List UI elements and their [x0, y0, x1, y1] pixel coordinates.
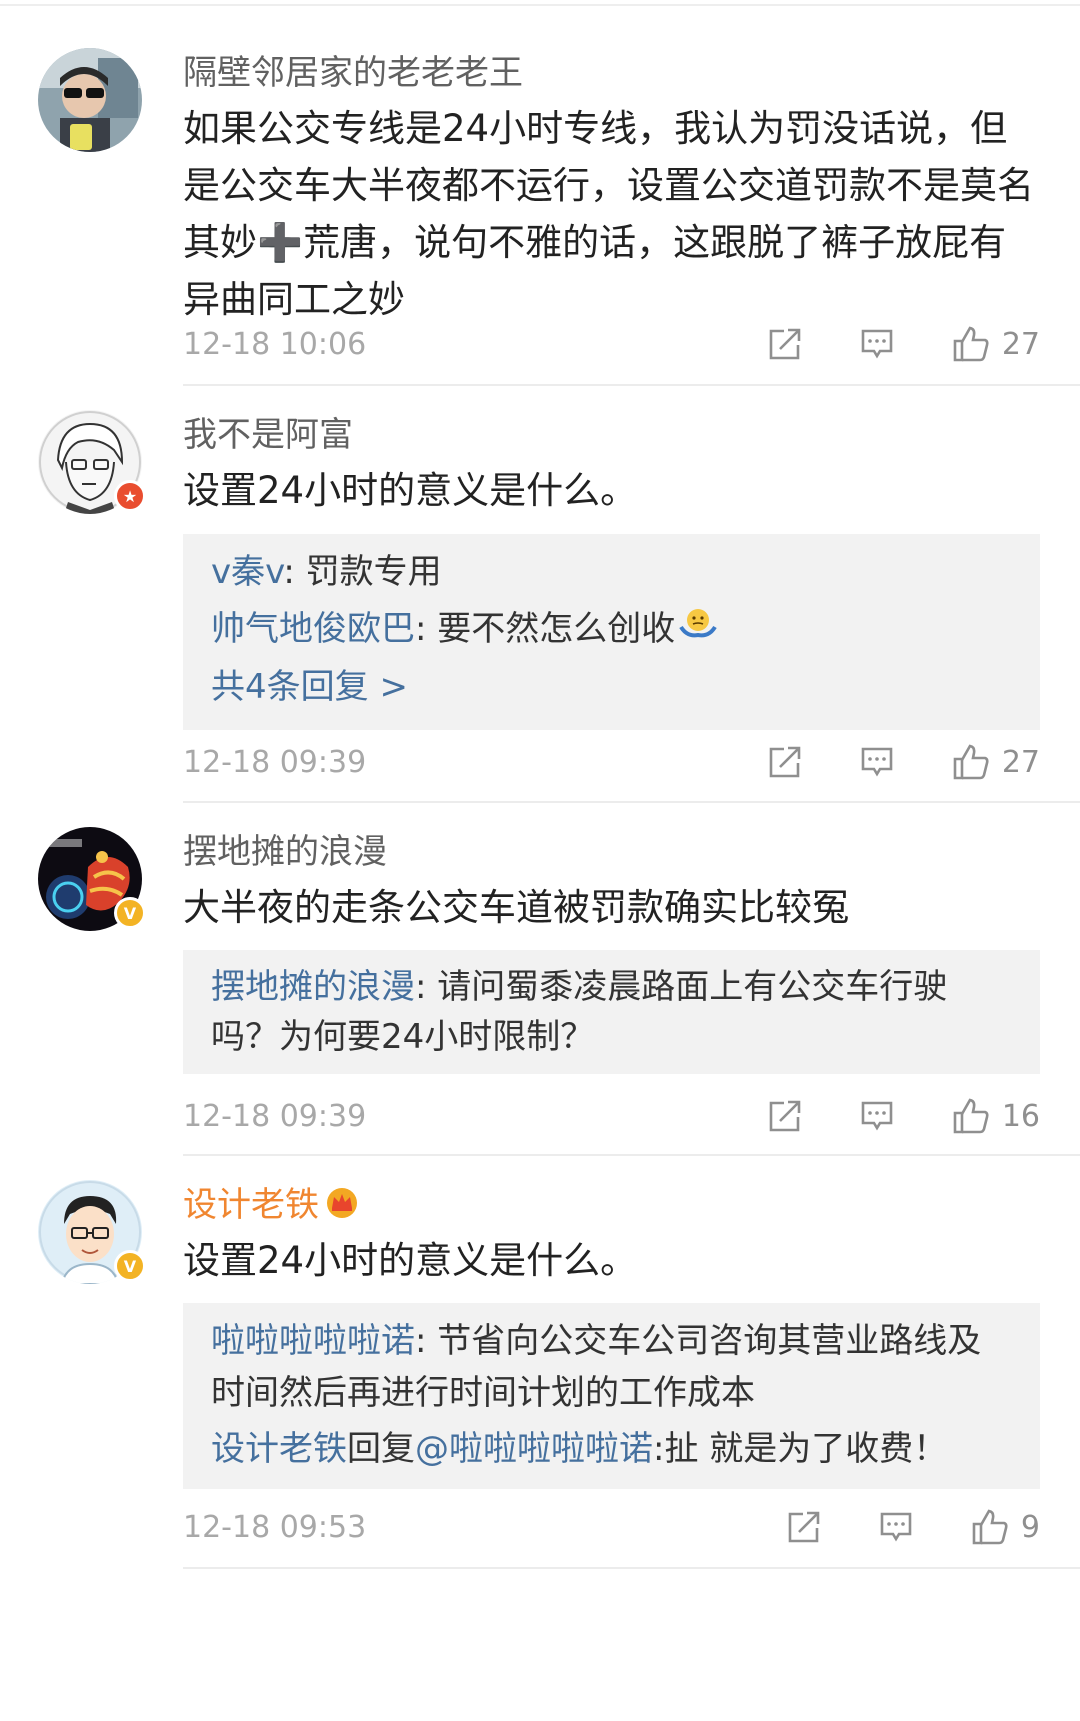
- avatar[interactable]: V: [38, 827, 146, 931]
- share-icon: [769, 1100, 801, 1132]
- like-button[interactable]: 27: [952, 743, 1040, 781]
- comment-text: 设置24小时的意义是什么。: [183, 469, 638, 512]
- divider: [183, 1154, 1080, 1156]
- username[interactable]: 设计老铁: [183, 1180, 1040, 1230]
- share-button[interactable]: [768, 1099, 802, 1133]
- username[interactable]: 隔壁邻居家的老老老王: [183, 48, 1040, 98]
- avatar[interactable]: [38, 48, 142, 152]
- reply-username[interactable]: v秦v: [211, 552, 283, 592]
- mention-link[interactable]: @啦啦啦啦啦诺: [415, 1429, 653, 1469]
- reply-text: 罚款专用: [305, 552, 442, 592]
- timestamp: 12-18 10:06: [183, 326, 367, 362]
- reply-box[interactable]: v秦v: 罚款专用 帅气地俊欧巴: 要不然怎么创收 共4条回复 >: [183, 534, 1040, 730]
- reply-username[interactable]: 帅气地俊欧巴: [211, 609, 415, 649]
- like-button[interactable]: 27: [952, 325, 1040, 363]
- reply-item: v秦v: 罚款专用: [211, 552, 442, 592]
- share-button[interactable]: [768, 745, 802, 779]
- thumbs-up-icon: [953, 1098, 989, 1134]
- reply-username[interactable]: 设计老铁: [211, 1429, 347, 1469]
- username[interactable]: 摆地摊的浪漫: [183, 827, 1040, 877]
- thumbs-up-icon: [953, 744, 989, 780]
- timestamp: 12-18 09:39: [183, 744, 367, 780]
- comment-text: 设置24小时的意义是什么。: [183, 1239, 638, 1282]
- comment-icon: [861, 1101, 893, 1131]
- comment-meta: 12-18 09:53 9: [183, 1502, 1040, 1552]
- comment-icon: [861, 329, 893, 359]
- reply-text: 要不然怎么创收: [437, 609, 676, 649]
- thumbs-up-icon: [953, 326, 989, 362]
- reply-item: 啦啦啦啦啦诺: 节省向公交车公司咨询其营业路线及时间然后再进行时间计划的工作成本: [211, 1321, 982, 1413]
- reply-button[interactable]: [860, 1099, 894, 1133]
- reply-item: 帅气地俊欧巴: 要不然怎么创收: [211, 601, 1012, 659]
- avatar-photo: [38, 48, 142, 152]
- comment-icon: [880, 1512, 912, 1542]
- verified-badge: V: [114, 897, 146, 929]
- reply-button[interactable]: [860, 327, 894, 361]
- avatar[interactable]: ★: [38, 410, 146, 514]
- verified-badge: V: [114, 1250, 146, 1282]
- like-button[interactable]: 16: [952, 1097, 1040, 1135]
- reply-box[interactable]: 啦啦啦啦啦诺: 节省向公交车公司咨询其营业路线及时间然后再进行时间计划的工作成本…: [183, 1303, 1040, 1489]
- like-count: 16: [1001, 1098, 1040, 1134]
- reply-item: 设计老铁回复@啦啦啦啦啦诺:扯 就是为了收费！: [211, 1429, 948, 1469]
- comment-text: 大半夜的走条公交车道被罚款确实比较冤: [183, 886, 849, 929]
- divider: [183, 1567, 1080, 1569]
- username[interactable]: 我不是阿富: [183, 410, 1040, 460]
- reply-username[interactable]: 摆地摊的浪漫: [211, 967, 415, 1007]
- timestamp: 12-18 09:39: [183, 1098, 367, 1134]
- share-icon: [769, 328, 801, 360]
- like-count: 9: [1020, 1509, 1040, 1545]
- like-button[interactable]: 9: [971, 1508, 1040, 1546]
- share-button[interactable]: [768, 327, 802, 361]
- timestamp: 12-18 09:53: [183, 1509, 367, 1545]
- crown-icon: [325, 1182, 359, 1232]
- reply-item: 摆地摊的浪漫: 请问蜀黍凌晨路面上有公交车行驶吗？为何要24小时限制？: [211, 967, 948, 1057]
- comment-icon: [861, 747, 893, 777]
- avatar[interactable]: V: [38, 1180, 146, 1284]
- thumbs-up-icon: [972, 1509, 1008, 1545]
- reply-box[interactable]: 摆地摊的浪漫: 请问蜀黍凌晨路面上有公交车行驶吗？为何要24小时限制？: [183, 950, 1040, 1074]
- like-count: 27: [1001, 326, 1040, 362]
- comment-meta: 12-18 09:39 27: [183, 737, 1040, 787]
- reply-button[interactable]: [879, 1510, 913, 1544]
- comment-text: 如果公交专线是24小时专线，我认为罚没话说，但是公交车大半夜都不运行，设置公交道…: [183, 107, 1034, 321]
- reply-button[interactable]: [860, 745, 894, 779]
- shrug-emoji: [679, 602, 717, 659]
- share-icon: [788, 1511, 820, 1543]
- comment-meta: 12-18 10:06 27: [183, 319, 1040, 369]
- more-replies-link[interactable]: 共4条回复 >: [211, 659, 1012, 716]
- top-divider: [0, 4, 1080, 6]
- comment-meta: 12-18 09:39 16: [183, 1091, 1040, 1141]
- like-count: 27: [1001, 744, 1040, 780]
- divider: [183, 384, 1080, 386]
- reply-text: :扯 就是为了收费！: [653, 1429, 948, 1469]
- share-icon: [769, 746, 801, 778]
- divider: [183, 801, 1080, 803]
- verified-badge: ★: [114, 480, 146, 512]
- reply-username[interactable]: 啦啦啦啦啦诺: [211, 1321, 415, 1361]
- share-button[interactable]: [787, 1510, 821, 1544]
